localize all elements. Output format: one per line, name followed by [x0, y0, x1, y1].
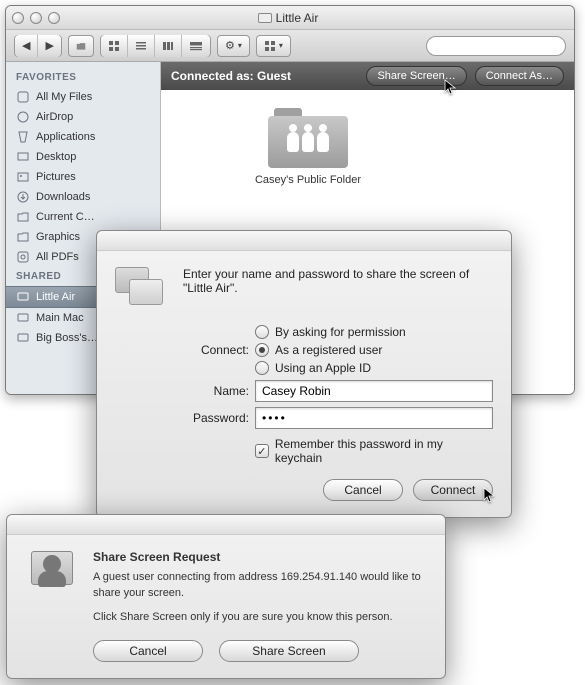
applications-icon	[16, 130, 30, 144]
screen-share-request-icon	[25, 549, 79, 597]
view-column-button[interactable]	[155, 35, 182, 57]
desktop-icon	[16, 150, 30, 164]
search-input[interactable]	[426, 36, 566, 56]
action-menu-button[interactable]: ⚙︎ ▾	[217, 35, 250, 57]
smartfolder-icon	[16, 250, 30, 264]
share-screen-request-dialog: Share Screen Request A guest user connec…	[6, 514, 446, 679]
cursor-icon	[483, 487, 497, 505]
dialog-titlebar	[97, 231, 511, 251]
list-icon	[135, 40, 147, 52]
downloads-icon	[16, 190, 30, 204]
connect-label: Connect:	[183, 343, 249, 357]
shared-folder-icon	[268, 108, 348, 168]
connect-as-button[interactable]: Connect As…	[475, 66, 564, 86]
dialog-message-2: Click Share Screen only if you are sure …	[93, 610, 427, 626]
path-button[interactable]	[68, 35, 94, 57]
folder-item[interactable]: Casey's Public Folder	[243, 108, 373, 186]
sidebar-item-label: Pictures	[36, 171, 76, 183]
grid-icon	[108, 40, 120, 52]
sidebar-item-label: AirDrop	[36, 111, 73, 123]
checkbox-icon: ✓	[255, 444, 269, 458]
view-icon-button[interactable]	[101, 35, 128, 57]
zoom-icon[interactable]	[48, 12, 60, 24]
sidebar-item-label: All PDFs	[36, 251, 79, 263]
coverflow-icon	[189, 40, 203, 52]
view-switcher	[100, 35, 211, 57]
folder-icon	[16, 230, 30, 244]
chevron-down-icon: ▾	[279, 41, 283, 50]
sidebar-item-pictures[interactable]: Pictures	[6, 167, 160, 187]
cancel-button[interactable]: Cancel	[323, 479, 403, 501]
arrange-menu-button[interactable]: ▾	[256, 35, 291, 57]
computer-icon	[16, 311, 30, 325]
sidebar-section-favorites: FAVORITES	[6, 68, 160, 87]
computer-icon	[258, 13, 272, 23]
remember-password-checkbox[interactable]: ✓ Remember this password in my keychain	[255, 437, 493, 465]
folder-icon	[16, 210, 30, 224]
sidebar-item-label: Big Boss's…	[36, 332, 98, 344]
computer-icon	[16, 290, 30, 304]
folder-icon	[76, 40, 86, 52]
sidebar-item-airdrop[interactable]: AirDrop	[6, 107, 160, 127]
minimize-icon[interactable]	[30, 12, 42, 24]
forward-button[interactable]: ▶	[38, 35, 60, 57]
dialog-title: Share Screen Request	[93, 549, 427, 566]
dialog-prompt: Enter your name and password to share th…	[183, 267, 493, 295]
connection-status-bar: Connected as: Guest Share Screen… Connec…	[161, 62, 574, 90]
arrange-icon	[264, 40, 276, 52]
sidebar-item-applications[interactable]: Applications	[6, 127, 160, 147]
screen-share-icon	[115, 267, 169, 315]
chevron-down-icon: ▾	[238, 41, 242, 50]
radio-ask-permission[interactable]: By asking for permission	[255, 325, 406, 339]
connection-status-label: Connected as: Guest	[171, 69, 291, 83]
folder-label: Casey's Public Folder	[243, 174, 373, 186]
computer-icon	[16, 331, 30, 345]
share-screen-button[interactable]: Share Screen	[219, 640, 359, 662]
sidebar-item-label: Little Air	[36, 291, 75, 303]
dialog-message-1: A guest user connecting from address 169…	[93, 570, 427, 602]
sidebar-item-label: Applications	[36, 131, 95, 143]
titlebar: Little Air	[6, 6, 574, 30]
radio-label: Using an Apple ID	[275, 361, 371, 375]
pictures-icon	[16, 170, 30, 184]
checkbox-label: Remember this password in my keychain	[275, 437, 493, 465]
toolbar: ◀ ▶ ⚙︎ ▾ ▾	[6, 30, 574, 62]
sidebar-item-all-my-files[interactable]: All My Files	[6, 87, 160, 107]
cursor-icon	[444, 79, 458, 97]
gear-icon: ⚙︎	[225, 39, 235, 52]
name-field[interactable]	[255, 380, 493, 402]
radio-apple-id[interactable]: Using an Apple ID	[255, 361, 406, 375]
sidebar-item-label: Desktop	[36, 151, 76, 163]
view-coverflow-button[interactable]	[182, 35, 210, 57]
password-label: Password:	[183, 411, 249, 425]
window-title: Little Air	[276, 11, 319, 25]
sidebar-item-label: Main Mac	[36, 312, 84, 324]
view-list-button[interactable]	[128, 35, 155, 57]
columns-icon	[162, 40, 174, 52]
airdrop-icon	[16, 110, 30, 124]
sidebar-item-label: Graphics	[36, 231, 80, 243]
sidebar-item-desktop[interactable]: Desktop	[6, 147, 160, 167]
close-icon[interactable]	[12, 12, 24, 24]
dialog-titlebar	[7, 515, 445, 535]
radio-label: As a registered user	[275, 343, 382, 357]
sidebar-item-label: Downloads	[36, 191, 90, 203]
password-field[interactable]	[255, 407, 493, 429]
sidebar-item-label: Current C…	[36, 211, 95, 223]
radio-registered-user[interactable]: As a registered user	[255, 343, 406, 357]
screen-share-auth-dialog: Enter your name and password to share th…	[96, 230, 512, 518]
radio-label: By asking for permission	[275, 325, 406, 339]
cancel-button[interactable]: Cancel	[93, 640, 203, 662]
back-button[interactable]: ◀	[15, 35, 38, 57]
all-files-icon	[16, 90, 30, 104]
connect-button[interactable]: Connect	[413, 479, 493, 501]
sidebar-item-current[interactable]: Current C…	[6, 207, 160, 227]
name-label: Name:	[183, 384, 249, 398]
sidebar-item-downloads[interactable]: Downloads	[6, 187, 160, 207]
sidebar-item-label: All My Files	[36, 91, 92, 103]
